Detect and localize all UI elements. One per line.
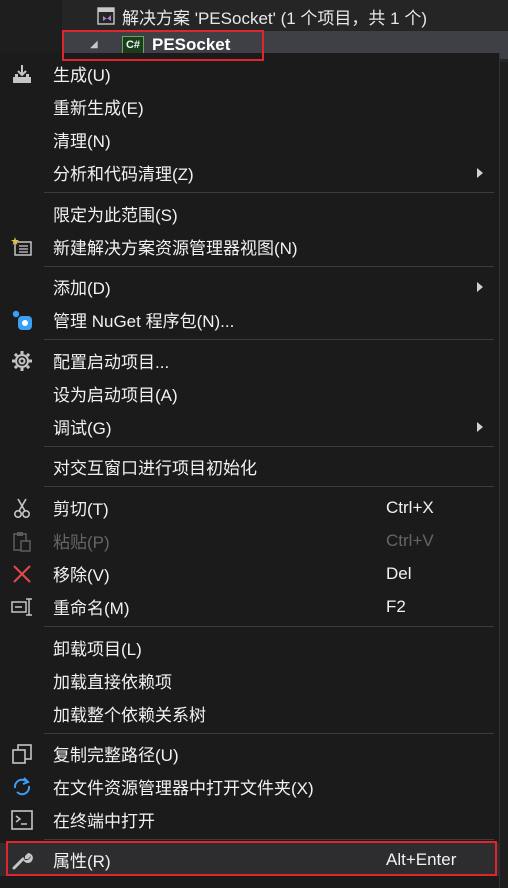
menu-item-shortcut: Ctrl+V [386, 530, 434, 550]
menu-separator [44, 626, 494, 627]
menu-item-properties[interactable]: 属性(R) Alt+Enter [0, 843, 500, 876]
nuget-icon [8, 306, 36, 334]
menu-item-label: 限定为此范围(S) [53, 206, 178, 225]
submenu-arrow-icon [475, 156, 485, 189]
menu-separator [44, 339, 494, 340]
gear-icon [8, 347, 36, 375]
menu-item-label: 在文件资源管理器中打开文件夹(X) [53, 779, 314, 798]
build-icon [8, 60, 36, 88]
menu-item-copy-full-path[interactable]: 复制完整路径(U) [0, 737, 500, 770]
menu-item-label: 管理 NuGet 程序包(N)... [53, 312, 235, 331]
menu-item-label: 设为启动项目(A) [53, 386, 178, 405]
menu-item-set-startup[interactable]: 设为启动项目(A) [0, 377, 500, 410]
menu-item-label: 剪切(T) [53, 500, 109, 519]
menu-item-rebuild[interactable]: 重新生成(E) [0, 90, 500, 123]
paste-icon [8, 527, 36, 555]
wrench-icon [8, 846, 36, 874]
menu-item-label: 分析和代码清理(Z) [53, 165, 194, 184]
menu-item-shortcut: Del [386, 563, 412, 583]
solution-icon [96, 6, 116, 26]
menu-item-remove[interactable]: 移除(V) Del [0, 557, 500, 590]
menu-item-label: 清理(N) [53, 132, 111, 151]
solution-label: 解决方案 'PESocket' (1 个项目，共 1 个) [122, 8, 427, 28]
menu-item-clean[interactable]: 清理(N) [0, 123, 500, 156]
menu-item-add[interactable]: 添加(D) [0, 270, 500, 303]
menu-item-load-direct-deps[interactable]: 加载直接依赖项 [0, 664, 500, 697]
terminal-icon [8, 806, 36, 834]
menu-separator [44, 733, 494, 734]
menu-item-analyze-cleanup[interactable]: 分析和代码清理(Z) [0, 156, 500, 189]
open-folder-icon [8, 773, 36, 801]
menu-item-label: 加载直接依赖项 [53, 673, 172, 692]
menu-item-cut[interactable]: 剪切(T) Ctrl+X [0, 491, 500, 524]
menu-separator [44, 839, 494, 840]
menu-item-label: 复制完整路径(U) [53, 746, 179, 765]
new-view-icon [8, 233, 36, 261]
menu-item-rename[interactable]: 重命名(M) F2 [0, 590, 500, 623]
expander-icon[interactable]: ◢ [90, 40, 102, 50]
menu-item-debug[interactable]: 调试(G) [0, 410, 500, 443]
menu-item-label: 在终端中打开 [53, 812, 155, 831]
menu-item-configure-startup[interactable]: 配置启动项目... [0, 344, 500, 377]
menu-item-label: 配置启动项目... [53, 353, 170, 372]
menu-item-label: 生成(U) [53, 66, 111, 85]
solution-node[interactable]: 解决方案 'PESocket' (1 个项目，共 1 个) [62, 2, 508, 30]
scissors-icon [8, 494, 36, 522]
menu-item-paste: 粘贴(P) Ctrl+V [0, 524, 500, 557]
context-menu: 生成(U) 重新生成(E) 清理(N) 分析和代码清理(Z) 限定为此范围(S) [0, 53, 500, 888]
copy-path-icon [8, 740, 36, 768]
menu-separator [44, 192, 494, 193]
csharp-project-icon: C# [122, 36, 144, 54]
submenu-arrow-icon [475, 410, 485, 443]
project-name: PESocket [152, 35, 231, 54]
menu-item-label: 移除(V) [53, 566, 110, 585]
menu-item-open-in-terminal[interactable]: 在终端中打开 [0, 803, 500, 836]
rename-icon [8, 593, 36, 621]
menu-item-label: 重新生成(E) [53, 99, 144, 118]
ide-window: 解决方案 'PESocket' (1 个项目，共 1 个) ◢ C# PESoc… [0, 0, 508, 888]
menu-item-label: 添加(D) [53, 279, 111, 298]
menu-item-init-interactive[interactable]: 对交互窗口进行项目初始化 [0, 450, 500, 483]
menu-item-label: 新建解决方案资源管理器视图(N) [53, 239, 298, 258]
menu-item-label: 属性(R) [53, 852, 111, 871]
menu-item-build[interactable]: 生成(U) [0, 57, 500, 90]
menu-item-open-in-explorer[interactable]: 在文件资源管理器中打开文件夹(X) [0, 770, 500, 803]
menu-item-new-explorer-view[interactable]: 新建解决方案资源管理器视图(N) [0, 230, 500, 263]
submenu-arrow-icon [475, 270, 485, 303]
menu-item-manage-nuget[interactable]: 管理 NuGet 程序包(N)... [0, 303, 500, 336]
menu-item-shortcut: F2 [386, 596, 406, 616]
menu-item-label: 重命名(M) [53, 599, 130, 618]
menu-item-label: 卸载项目(L) [53, 640, 142, 659]
menu-item-shortcut: Alt+Enter [386, 849, 457, 869]
menu-item-label: 调试(G) [53, 419, 112, 438]
menu-item-label: 对交互窗口进行项目初始化 [53, 459, 257, 478]
menu-item-load-dep-tree[interactable]: 加载整个依赖关系树 [0, 697, 500, 730]
menu-separator [44, 446, 494, 447]
menu-item-unload-project[interactable]: 卸载项目(L) [0, 631, 500, 664]
menu-item-shortcut: Ctrl+X [386, 497, 434, 517]
menu-separator [44, 486, 494, 487]
menu-item-label: 加载整个依赖关系树 [53, 706, 206, 725]
menu-separator [44, 266, 494, 267]
menu-item-scope-to-this[interactable]: 限定为此范围(S) [0, 197, 500, 230]
remove-icon [8, 560, 36, 588]
menu-item-label: 粘贴(P) [53, 533, 110, 552]
